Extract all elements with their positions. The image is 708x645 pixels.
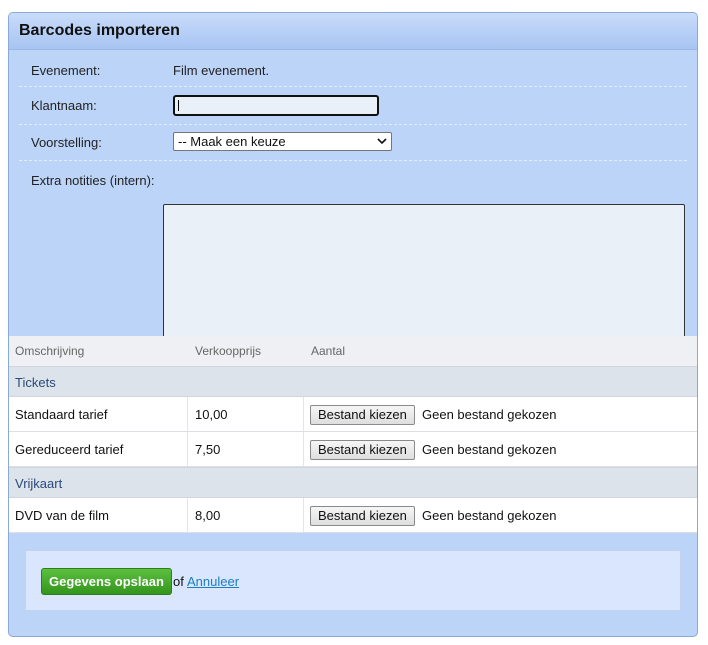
choose-file-button[interactable]: Bestand kiezen <box>310 405 415 425</box>
show-select[interactable]: -- Maak een keuze <box>173 132 392 151</box>
event-row: Evenement: Film evenement. <box>19 50 687 87</box>
group-name: Tickets <box>15 375 56 390</box>
cancel-link[interactable]: Annuleer <box>187 574 239 589</box>
column-divider <box>187 498 188 532</box>
table-row: DVD van de film 8,00 Bestand kiezen Geen… <box>9 498 697 533</box>
column-header-price: Verkoopprijs <box>195 344 262 358</box>
row-price: 8,00 <box>195 508 221 523</box>
save-button[interactable]: Gegevens opslaan <box>41 568 172 595</box>
notes-label: Extra notities (intern): <box>31 173 155 188</box>
event-label: Evenement: <box>31 63 101 78</box>
customer-row: Klantnaam: <box>19 86 687 125</box>
group-row-vrijkaart: Vrijkaart <box>9 467 697 498</box>
choose-file-button[interactable]: Bestand kiezen <box>310 506 415 526</box>
table-row: Gereduceerd tarief 7,50 Bestand kiezen G… <box>9 432 697 467</box>
file-status: Geen bestand gekozen <box>422 442 557 457</box>
row-price: 7,50 <box>195 442 221 457</box>
or-text: of <box>173 574 184 589</box>
event-value: Film evenement. <box>173 63 270 78</box>
column-divider <box>187 432 188 466</box>
column-header-quantity: Aantal <box>311 344 346 358</box>
column-divider <box>303 498 304 532</box>
import-form: Evenement: Film evenement. Klantnaam: Vo… <box>9 50 697 360</box>
panel-title: Barcodes importeren <box>9 13 697 50</box>
column-divider <box>187 397 188 431</box>
column-divider <box>303 397 304 431</box>
column-header-description: Omschrijving <box>15 344 85 358</box>
file-status: Geen bestand gekozen <box>422 407 557 422</box>
show-select-value: -- Maak een keuze <box>178 134 286 149</box>
chevron-down-icon <box>377 138 387 145</box>
row-description: Standaard tarief <box>15 407 108 422</box>
show-row: Voorstelling: -- Maak een keuze <box>19 124 687 161</box>
import-barcodes-panel: Barcodes importeren Evenement: Film even… <box>8 12 698 637</box>
file-status: Geen bestand gekozen <box>422 508 557 523</box>
choose-file-button[interactable]: Bestand kiezen <box>310 440 415 460</box>
form-actions: Gegevens opslaan of Annuleer <box>25 550 681 611</box>
group-name: Vrijkaart <box>15 476 63 491</box>
customer-name-input[interactable] <box>173 95 379 116</box>
product-table: Omschrijving Verkoopprijs Aantal Tickets… <box>9 336 697 533</box>
text-cursor <box>178 100 179 111</box>
row-description: DVD van de film <box>15 508 109 523</box>
table-header: Omschrijving Verkoopprijs Aantal <box>9 336 697 366</box>
row-price: 10,00 <box>195 407 228 422</box>
group-row-tickets: Tickets <box>9 366 697 397</box>
customer-label: Klantnaam: <box>31 98 97 113</box>
table-row: Standaard tarief 10,00 Bestand kiezen Ge… <box>9 397 697 432</box>
column-divider <box>303 432 304 466</box>
row-description: Gereduceerd tarief <box>15 442 124 457</box>
show-label: Voorstelling: <box>31 135 102 150</box>
